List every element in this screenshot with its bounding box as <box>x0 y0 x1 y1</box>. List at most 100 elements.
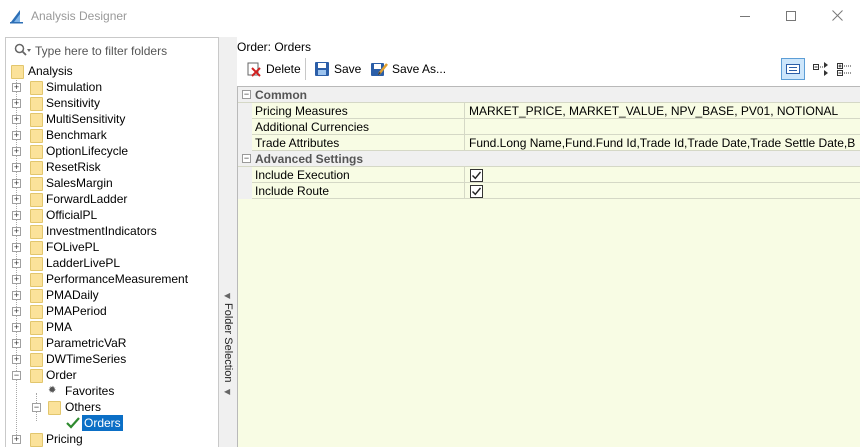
expand-icon[interactable]: + <box>12 195 21 204</box>
tree-item-folder[interactable]: + Simulation <box>6 79 218 95</box>
save-icon <box>315 62 329 76</box>
property-row[interactable]: Trade Attributes Fund.Long Name,Fund.Fun… <box>238 135 860 151</box>
expand-icon[interactable]: + <box>12 307 21 316</box>
expand-icon[interactable]: + <box>12 435 21 444</box>
property-value[interactable]: Fund.Long Name,Fund.Fund Id,Trade Id,Tra… <box>469 136 855 150</box>
maximize-button[interactable] <box>768 0 814 31</box>
title-bar: Analysis Designer <box>0 0 860 31</box>
tree-item-folder[interactable]: + PerformanceMeasurement <box>6 271 218 287</box>
expand-icon[interactable]: + <box>12 147 21 156</box>
property-name: Pricing Measures <box>255 104 348 118</box>
collapse-arrow-icon[interactable]: ◀ <box>224 291 230 300</box>
tree-item-label: Orders <box>82 415 123 431</box>
tree-item-favorites[interactable]: ✹ Favorites <box>6 383 218 399</box>
folder-icon <box>30 321 43 335</box>
delete-icon <box>247 62 261 77</box>
save-as-icon <box>371 63 388 76</box>
property-row[interactable]: Include Route <box>238 183 860 199</box>
include-route-checkbox[interactable] <box>470 185 483 198</box>
expand-icon[interactable]: + <box>12 83 21 92</box>
tree-item-label: Favorites <box>65 384 115 398</box>
tree-item-folder[interactable]: + OfficialPL <box>6 207 218 223</box>
tree-item-order[interactable]: − Order <box>6 367 218 383</box>
tree-item-folder[interactable]: + OptionLifecycle <box>6 143 218 159</box>
categorized-view-button[interactable] <box>781 58 805 80</box>
folder-icon <box>30 113 43 127</box>
expand-icon[interactable]: + <box>12 163 21 172</box>
collapse-arrow-icon[interactable]: ◀ <box>224 387 230 396</box>
expand-icon[interactable]: + <box>12 259 21 268</box>
search-filter-icon <box>14 43 31 56</box>
tree-item-folder[interactable]: + PMADaily <box>6 287 218 303</box>
tree-item-folder[interactable]: + FOLivePL <box>6 239 218 255</box>
tree-item-label: ForwardLadder <box>46 192 128 206</box>
expand-icon[interactable]: + <box>12 355 21 364</box>
expand-icon[interactable]: + <box>12 227 21 236</box>
collapse-icon[interactable]: − <box>242 90 251 99</box>
category-common[interactable]: − Common <box>238 87 860 103</box>
tree-item-orders[interactable]: Orders <box>6 415 218 431</box>
expand-icon[interactable]: + <box>12 291 21 300</box>
folder-selection-label[interactable]: Folder Selection <box>221 303 235 383</box>
tree-item-folder[interactable]: + Benchmark <box>6 127 218 143</box>
folder-icon <box>30 241 43 255</box>
tree-item-label: Sensitivity <box>46 96 101 110</box>
category-label: Common <box>255 88 307 102</box>
tree-item-folder[interactable]: + PMA <box>6 319 218 335</box>
minimize-button[interactable] <box>722 0 768 31</box>
close-icon <box>831 10 843 21</box>
include-execution-checkbox[interactable] <box>470 169 483 182</box>
tree-item-folder[interactable]: + MultiSensitivity <box>6 111 218 127</box>
panel-title: Order: Orders <box>237 40 312 54</box>
save-button[interactable]: Save <box>311 58 364 80</box>
expand-icon[interactable]: + <box>12 99 21 108</box>
expand-icon[interactable]: + <box>12 323 21 332</box>
tree-item-folder[interactable]: + LadderLivePL <box>6 255 218 271</box>
minimize-icon <box>740 15 750 17</box>
expand-icon[interactable]: + <box>12 339 21 348</box>
expand-icon[interactable]: + <box>12 179 21 188</box>
tree-item-label: Others <box>65 400 102 414</box>
expand-all-button[interactable] <box>809 58 833 80</box>
property-row[interactable]: Include Execution <box>238 167 860 183</box>
property-row[interactable]: Pricing Measures MARKET_PRICE, MARKET_VA… <box>238 103 860 119</box>
collapse-icon[interactable]: − <box>32 403 41 412</box>
folder-selection-splitter[interactable] <box>219 37 237 447</box>
tree-item-folder[interactable]: + ForwardLadder <box>6 191 218 207</box>
toolbar-separator <box>305 58 306 80</box>
expand-icon[interactable]: + <box>12 243 21 252</box>
tree-item-folder[interactable]: + Sensitivity <box>6 95 218 111</box>
tree-item-label: Simulation <box>46 80 103 94</box>
tree-item-folder[interactable]: + DWTimeSeries <box>6 351 218 367</box>
folder-icon <box>30 129 43 143</box>
tree-item-pricing[interactable]: + Pricing <box>6 431 218 447</box>
folder-icon <box>30 97 43 111</box>
expand-icon[interactable]: + <box>12 211 21 220</box>
collapse-icon[interactable]: − <box>12 371 21 380</box>
tree-item-folder[interactable]: + PMAPeriod <box>6 303 218 319</box>
filter-input[interactable] <box>35 42 213 59</box>
tree-item-folder[interactable]: + ResetRisk <box>6 159 218 175</box>
property-row[interactable]: Additional Currencies <box>238 119 860 135</box>
tree-item-label: SalesMargin <box>46 176 113 190</box>
collapse-icon[interactable]: − <box>242 154 251 163</box>
tree-item-folder[interactable]: + SalesMargin <box>6 175 218 191</box>
folder-icon <box>30 369 43 383</box>
collapse-all-button[interactable] <box>833 58 857 80</box>
save-as-button[interactable]: Save As... <box>367 58 449 80</box>
tree-item-others[interactable]: − Others <box>6 399 218 415</box>
property-name: Trade Attributes <box>255 136 340 150</box>
checkmark-icon <box>66 417 80 429</box>
expand-icon[interactable]: + <box>12 115 21 124</box>
category-advanced-settings[interactable]: − Advanced Settings <box>238 151 860 167</box>
property-name: Include Route <box>255 184 330 198</box>
tree-item-folder[interactable]: + ParametricVaR <box>6 335 218 351</box>
expand-icon[interactable]: + <box>12 131 21 140</box>
expand-icon[interactable]: + <box>12 275 21 284</box>
tree-root-analysis[interactable]: Analysis <box>6 63 218 79</box>
property-value[interactable]: MARKET_PRICE, MARKET_VALUE, NPV_BASE, PV… <box>469 104 855 118</box>
tree-item-label: Analysis <box>28 64 73 78</box>
delete-button[interactable]: Delete <box>243 58 304 80</box>
tree-item-folder[interactable]: + InvestmentIndicators <box>6 223 218 239</box>
close-button[interactable] <box>814 0 860 31</box>
